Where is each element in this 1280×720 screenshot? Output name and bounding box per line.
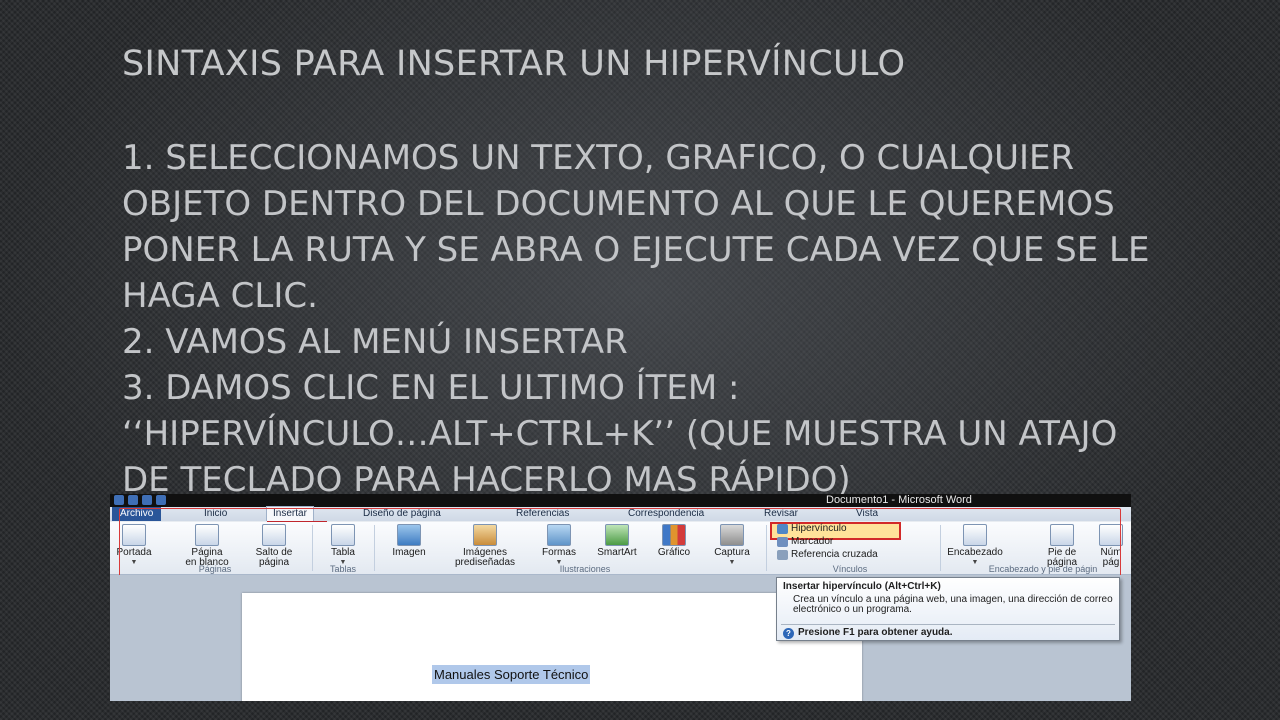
group-label-paginas: Páginas (198, 564, 232, 574)
hipervinculo-tooltip: Insertar hipervínculo (Alt+Ctrl+K) Crea … (776, 577, 1120, 641)
body-line: 3. DAMOS CLIC EN EL ULTIMO ÍTEM : (122, 368, 740, 408)
clip-art-icon (473, 524, 497, 546)
word-screenshot: Documento1 - Microsoft Word Archivo Inic… (110, 494, 1131, 701)
slide-body: 1. SELECCIONAMOS UN TEXTO, GRAFICO, O CU… (122, 135, 1262, 503)
group-divider (374, 525, 375, 571)
body-line: ‘‘HIPERVÍNCULO…ALT+CTRL+K’’ (QUE MUESTRA… (122, 414, 1118, 454)
word-titlebar: Documento1 - Microsoft Word (110, 494, 1131, 507)
tooltip-help: ? Presione F1 para obtener ayuda. (783, 627, 953, 639)
formas-label: Formas (542, 547, 576, 558)
bookmark-icon (777, 537, 788, 547)
header-icon (963, 524, 987, 546)
grafico-button[interactable]: Gráfico (648, 524, 700, 558)
ribbon-insertar: Portada ▼ Página en blanco Salto de pági… (110, 522, 1131, 575)
pie-pagina-button[interactable]: Pie de página (1038, 524, 1086, 568)
group-label-encabezado: Encabezado y pie de págin (988, 564, 1098, 574)
tab-revisar[interactable]: Revisar (758, 507, 804, 521)
tooltip-title: Insertar hipervínculo (Alt+Ctrl+K) (783, 581, 941, 592)
slide-title: SINTAXIS PARA INSERTAR UN HIPERVÍNCULO (122, 44, 906, 84)
globe-link-icon (777, 524, 788, 534)
cross-reference-icon (777, 550, 788, 560)
page-number-icon (1099, 524, 1123, 546)
redo-icon[interactable] (156, 495, 166, 505)
tab-diseno-pagina[interactable]: Diseño de página (357, 507, 447, 521)
tab-referencias[interactable]: Referencias (510, 507, 575, 521)
shapes-icon (547, 524, 571, 546)
smartart-label: SmartArt (597, 547, 637, 558)
imagen-button[interactable]: Imagen (382, 524, 436, 558)
undo-icon[interactable] (142, 495, 152, 505)
tab-correspondencia[interactable]: Correspondencia (622, 507, 710, 521)
group-label-vinculos: Vínculos (832, 564, 868, 574)
group-divider (766, 525, 767, 571)
word-logo-icon (114, 495, 124, 505)
portada-button[interactable]: Portada ▼ (114, 524, 154, 568)
body-line: HAGA CLIC. (122, 276, 318, 316)
quick-access-toolbar (114, 495, 166, 505)
window-title: Documento1 - Microsoft Word (826, 494, 972, 506)
tab-vista[interactable]: Vista (850, 507, 884, 521)
captura-button[interactable]: Captura ▼ (704, 524, 760, 568)
document-page[interactable]: Manuales Soporte Técnico (242, 593, 862, 701)
referencia-cruzada-label: Referencia cruzada (791, 549, 878, 560)
body-line: PONER LA RUTA Y SE ABRA O EJECUTE CADA V… (122, 230, 1150, 270)
smartart-button[interactable]: SmartArt (588, 524, 646, 558)
hipervinculo-button[interactable]: Hipervínculo (773, 523, 878, 535)
encabezado-label: Encabezado (947, 547, 1003, 558)
picture-icon (397, 524, 421, 546)
grafico-label: Gráfico (657, 547, 691, 558)
marcador-button[interactable]: Marcador (773, 536, 878, 548)
tooltip-body: Crea un vínculo a una página web, una im… (793, 594, 1113, 615)
vinculos-list: Hipervínculo Marcador Referencia cruzada (773, 523, 878, 562)
group-divider (940, 525, 941, 571)
chevron-down-icon: ▼ (130, 559, 138, 566)
captura-label: Captura (714, 547, 750, 558)
tab-archivo[interactable]: Archivo (112, 507, 162, 521)
tab-inicio[interactable]: Inicio (198, 507, 233, 521)
blank-page-button[interactable]: Página en blanco (174, 524, 240, 568)
chart-icon (662, 524, 686, 546)
ribbon-tabs: Archivo Inicio Insertar Diseño de página… (110, 506, 1131, 521)
imagen-label: Imagen (392, 547, 426, 558)
portada-label: Portada (116, 547, 152, 558)
footer-icon (1050, 524, 1074, 546)
screenshot-icon (720, 524, 744, 546)
tabla-button[interactable]: Tabla ▼ (318, 524, 368, 568)
group-divider (312, 525, 313, 571)
hipervinculo-label: Hipervínculo (791, 523, 847, 534)
smartart-icon (605, 524, 629, 546)
body-line: 2. VAMOS AL MENÚ INSERTAR (122, 322, 628, 362)
clip-art-button[interactable]: Imágenes prediseñadas (440, 524, 530, 568)
numero-pagina-button[interactable]: Núm pág (1096, 524, 1126, 568)
body-line: OBJETO DENTRO DEL DOCUMENTO AL QUE LE QU… (122, 184, 1115, 224)
tooltip-help-text: Presione F1 para obtener ayuda. (798, 627, 953, 638)
formas-button[interactable]: Formas ▼ (534, 524, 584, 568)
group-label-tablas: Tablas (329, 564, 356, 574)
referencia-cruzada-button[interactable]: Referencia cruzada (773, 549, 878, 561)
page-break-button[interactable]: Salto de página (242, 524, 306, 568)
selected-document-text[interactable]: Manuales Soporte Técnico (432, 665, 591, 684)
tabla-label: Tabla (331, 547, 355, 558)
encabezado-button[interactable]: Encabezado ▼ (946, 524, 1004, 568)
blank-page-icon (195, 524, 219, 546)
table-icon (331, 524, 355, 546)
page-break-icon (262, 524, 286, 546)
chevron-down-icon: ▼ (728, 559, 736, 566)
group-label-ilustraciones: Ilustraciones (559, 564, 611, 574)
save-icon[interactable] (128, 495, 138, 505)
tab-insertar[interactable]: Insertar (266, 506, 314, 521)
tooltip-divider (781, 624, 1115, 625)
body-line: 1. SELECCIONAMOS UN TEXTO, GRAFICO, O CU… (122, 138, 1075, 178)
marcador-label: Marcador (791, 536, 834, 547)
cover-page-icon (122, 524, 146, 546)
help-icon: ? (783, 628, 794, 639)
